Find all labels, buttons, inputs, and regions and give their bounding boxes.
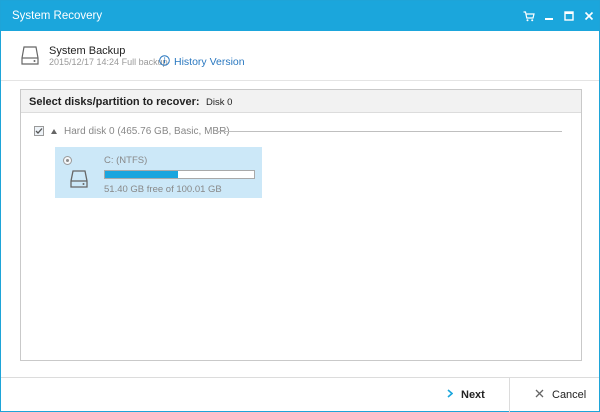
close-x-icon (535, 389, 544, 401)
panel-heading: Select disks/partition to recover: (29, 96, 200, 108)
chevron-right-icon (447, 389, 454, 401)
disk-selection-panel: Select disks/partition to recover: Disk … (20, 89, 582, 361)
info-icon (159, 55, 170, 69)
disk-name: Disk 0 (206, 97, 233, 108)
backup-header: System Backup 2015/12/17 14:24 Full back… (1, 31, 599, 81)
disk-row[interactable]: Hard disk 0 (465.76 GB, Basic, MBR) (34, 125, 564, 139)
panel-header: Select disks/partition to recover: Disk … (21, 90, 581, 113)
hard-drive-icon (21, 46, 39, 69)
cancel-label: Cancel (552, 389, 587, 401)
backup-title: System Backup (49, 45, 126, 57)
expand-triangle-icon[interactable] (51, 129, 57, 134)
close-icon[interactable] (581, 8, 597, 24)
backup-subtitle: 2015/12/17 14:24 Full backup (49, 57, 168, 67)
footer-bar: Next Cancel (1, 377, 599, 412)
system-recovery-window: System Recovery System Backup 2015/12/17… (0, 0, 600, 412)
minimize-icon[interactable] (541, 8, 557, 24)
divider-line (216, 131, 562, 132)
cancel-button[interactable]: Cancel (535, 389, 586, 401)
partition-drive-icon (69, 169, 89, 192)
partition-usage-fill (105, 171, 178, 178)
history-version-label: History Version (174, 56, 245, 68)
partition-usage-bar (104, 170, 255, 179)
cart-icon[interactable] (521, 8, 537, 24)
disk-checkbox[interactable] (34, 126, 44, 136)
next-label: Next (461, 389, 485, 401)
window-title: System Recovery (12, 10, 103, 22)
partition-radio[interactable] (63, 156, 72, 165)
maximize-icon[interactable] (561, 8, 577, 24)
partition-card[interactable]: C: (NTFS) 51.40 GB free of 100.01 GB (55, 147, 262, 198)
title-bar[interactable]: System Recovery (1, 1, 599, 31)
history-version-link[interactable]: History Version (159, 55, 245, 69)
partition-name: C: (NTFS) (104, 155, 148, 166)
footer-divider (509, 378, 510, 412)
next-button[interactable]: Next (447, 389, 485, 401)
disk-row-label: Hard disk 0 (465.76 GB, Basic, MBR) (64, 126, 230, 137)
partition-free-text: 51.40 GB free of 100.01 GB (104, 184, 222, 195)
